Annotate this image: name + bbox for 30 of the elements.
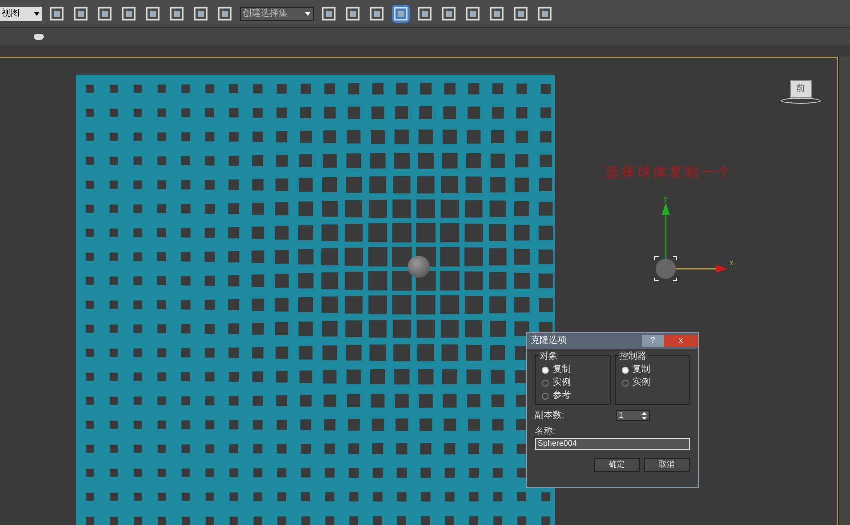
name-field[interactable]: Sphere004 (535, 438, 690, 450)
copies-spinner[interactable]: 1 (616, 410, 650, 422)
spinner-arrows-icon[interactable] (642, 412, 647, 420)
selection-set-dropdown[interactable]: 创建选择集 (240, 6, 314, 20)
radio-label: 复制 (632, 363, 650, 376)
radio-label: 复制 (553, 363, 571, 376)
name-label: 名称: (534, 424, 557, 438)
dialog-button[interactable]: 确定 (594, 458, 640, 472)
toolbar-icon[interactable] (96, 4, 114, 22)
group-title: 对象 (539, 350, 559, 364)
annotation-text: 选择球体复制一个 (605, 164, 733, 183)
radio-label: 实例 (632, 376, 650, 390)
dropdown-caret-icon (34, 12, 40, 16)
dialog-button[interactable]: 取消 (644, 458, 690, 472)
radio-label: 实例 (553, 376, 571, 390)
radio-label: 参考 (553, 389, 571, 402)
radio-button[interactable] (622, 380, 628, 386)
radio-button[interactable] (622, 366, 628, 374)
toolbar-icon[interactable] (48, 4, 66, 22)
radio-button[interactable] (542, 380, 549, 386)
close-button[interactable]: x (664, 335, 698, 347)
viewcube[interactable]: 前 (780, 80, 822, 106)
radio-button[interactable] (542, 366, 549, 374)
view-dropdown[interactable]: 视图 (0, 6, 42, 20)
dropdown-caret-icon (305, 12, 311, 16)
group-title: 控制器 (618, 350, 648, 364)
dropdown-arrow-icon[interactable] (34, 34, 44, 40)
radio-button[interactable] (542, 392, 549, 400)
copies-label: 副本数: (535, 409, 565, 422)
dialog-title: 克隆选项 (531, 334, 567, 348)
